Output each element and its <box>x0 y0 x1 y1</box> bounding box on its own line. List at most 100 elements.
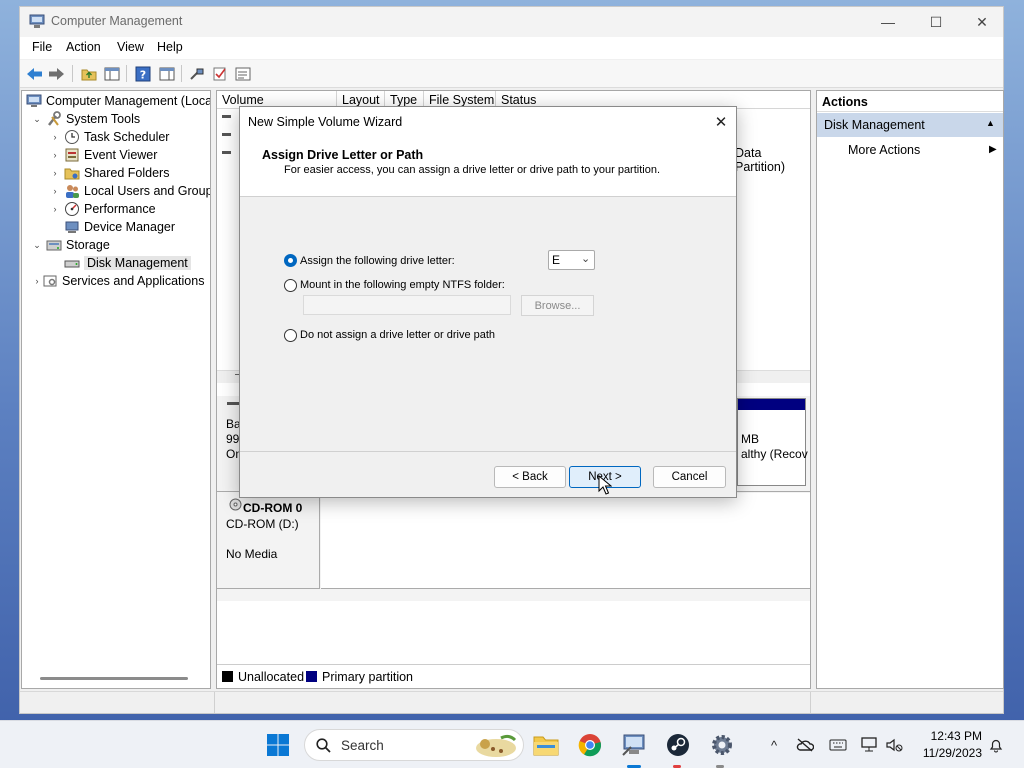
radio-no-letter[interactable] <box>284 329 297 342</box>
tree-horizontal-scrollbar[interactable] <box>40 677 188 680</box>
label-mount-folder[interactable]: Mount in the following empty NTFS folder… <box>300 279 505 291</box>
dialog-close-icon[interactable]: ✕ <box>706 107 736 137</box>
recovery-partition[interactable]: MB althy (Recov <box>737 398 808 486</box>
dialog-divider <box>240 451 736 452</box>
menu-view[interactable]: View <box>117 40 144 54</box>
chevron-down-icon[interactable]: ⌄ <box>30 114 44 125</box>
back-arrow-icon[interactable] <box>25 64 44 83</box>
toolbar-separator <box>126 65 127 82</box>
taskbar: Search ^ 12:43 PM 11/29/2023 <box>0 720 1024 768</box>
tree-item-disk-management[interactable]: Disk Management <box>48 254 191 272</box>
radio-assign-letter[interactable] <box>284 254 297 267</box>
cdrom-title: CD-ROM 0 <box>243 501 303 515</box>
mouse-cursor-icon <box>598 475 612 495</box>
menu-action[interactable]: Action <box>66 40 101 54</box>
properties-icon[interactable] <box>233 64 252 83</box>
tree-item-event-viewer[interactable]: › Event Viewer <box>48 146 158 164</box>
connect-icon[interactable] <box>187 64 206 83</box>
new-simple-volume-wizard-dialog: New Simple Volume Wizard ✕ Assign Drive … <box>239 106 737 498</box>
forward-arrow-icon[interactable] <box>47 64 66 83</box>
collapse-up-icon[interactable]: ▲ <box>986 118 995 128</box>
storage-icon <box>46 240 62 251</box>
tree-item-storage[interactable]: ⌄ Storage <box>30 236 110 254</box>
chevron-right-icon[interactable]: › <box>48 204 62 214</box>
legend-unallocated: Unallocated <box>238 670 305 684</box>
status-bar <box>20 691 1003 713</box>
volume-muted-icon[interactable] <box>884 735 904 755</box>
toolbar-separator <box>72 65 73 82</box>
computer-management-taskbar-icon[interactable] <box>618 729 650 761</box>
dialog-title-bar[interactable]: New Simple Volume Wizard ✕ <box>240 107 736 137</box>
chevron-down-icon[interactable]: ⌄ <box>30 240 44 251</box>
taskbar-search-box[interactable]: Search <box>304 729 524 761</box>
shared-folder-icon <box>64 168 80 180</box>
partition-size: MB <box>741 432 759 446</box>
start-windows-icon[interactable] <box>262 729 294 761</box>
keyboard-icon[interactable] <box>828 735 848 755</box>
menu-file[interactable]: File <box>32 40 52 54</box>
minimize-button[interactable]: — <box>865 7 911 37</box>
primary-partition-bar <box>738 399 805 410</box>
up-folder-icon[interactable] <box>79 64 98 83</box>
radio-mount-folder[interactable] <box>284 279 297 292</box>
partition-status: althy (Recov <box>741 447 808 461</box>
legend-primary: Primary partition <box>322 670 413 684</box>
tree-label: Performance <box>84 202 156 216</box>
tree-item-computer-management[interactable]: Computer Management (Local <box>24 92 210 110</box>
notification-bell-icon[interactable] <box>986 735 1006 755</box>
checklist-icon[interactable] <box>210 64 229 83</box>
tree-item-system-tools[interactable]: ⌄ System Tools <box>30 110 140 128</box>
tools-icon <box>48 111 61 126</box>
settings-gear-icon[interactable] <box>706 729 738 761</box>
chevron-right-icon[interactable]: › <box>48 186 62 196</box>
tree-item-device-manager[interactable]: Device Manager <box>48 218 175 236</box>
chevron-right-icon[interactable]: › <box>48 168 62 178</box>
volume-row-icon[interactable] <box>222 133 231 136</box>
ntfs-folder-path-input[interactable] <box>303 295 511 315</box>
volume-row-icon[interactable] <box>222 115 231 118</box>
tree-label: Services and Applications <box>62 274 205 288</box>
chrome-icon[interactable] <box>574 729 606 761</box>
more-actions-link[interactable]: More Actions <box>848 143 920 157</box>
menu-help[interactable]: Help <box>157 40 183 54</box>
tree-label: Event Viewer <box>84 148 158 162</box>
drive-letter-select[interactable]: E ⌄ <box>548 250 595 270</box>
chevron-up-icon[interactable]: ^ <box>764 735 784 755</box>
cdrom-status: No Media <box>226 547 278 561</box>
file-explorer-icon[interactable] <box>530 729 562 761</box>
label-no-letter[interactable]: Do not assign a drive letter or drive pa… <box>300 329 495 341</box>
clock-time[interactable]: 12:43 PM <box>926 729 982 743</box>
title-bar[interactable]: Computer Management — ☐ ✕ <box>20 7 1003 37</box>
tree-item-local-users-and-groups[interactable]: › Local Users and Groups <box>48 182 210 200</box>
cdrom-0-row[interactable]: CD-ROM 0 CD-ROM (D:) No Media <box>217 493 320 589</box>
tree-item-shared-folders[interactable]: › Shared Folders <box>48 164 170 182</box>
help-icon[interactable]: ? <box>133 64 152 83</box>
cancel-button[interactable]: Cancel <box>653 466 726 488</box>
tree-item-services-and-applications[interactable]: › Services and Applications <box>30 272 205 290</box>
network-icon[interactable] <box>859 735 879 755</box>
console-tree-icon[interactable] <box>102 64 121 83</box>
tree-item-performance[interactable]: › Performance <box>48 200 156 218</box>
wizard-heading: Assign Drive Letter or Path <box>262 148 424 162</box>
actions-header: Actions <box>817 91 1003 112</box>
onedrive-offline-icon[interactable] <box>795 735 815 755</box>
maximize-button[interactable]: ☐ <box>913 7 959 37</box>
computer-icon <box>26 94 42 107</box>
svg-text:?: ? <box>139 68 145 81</box>
close-button[interactable]: ✕ <box>959 7 1005 37</box>
clock-date[interactable]: 11/29/2023 <box>916 746 982 760</box>
label-assign-letter[interactable]: Assign the following drive letter: <box>300 255 455 267</box>
menu-bar: File Action View Help <box>20 37 1003 59</box>
back-button[interactable]: < Back <box>494 466 566 488</box>
actions-section-disk-management[interactable]: Disk Management ▲ <box>817 113 1003 137</box>
volume-row-icon[interactable] <box>222 151 231 154</box>
tree-item-task-scheduler[interactable]: › Task Scheduler <box>48 128 169 146</box>
tree-label: Storage <box>66 238 110 252</box>
show-hide-pane-icon[interactable] <box>157 64 176 83</box>
browse-button[interactable]: Browse... <box>521 295 594 316</box>
steam-icon[interactable] <box>662 729 694 761</box>
chevron-right-icon[interactable]: › <box>48 132 62 142</box>
tree-label: Device Manager <box>84 220 176 234</box>
chevron-right-icon[interactable]: › <box>48 150 62 160</box>
tree-label: System Tools <box>66 112 141 126</box>
